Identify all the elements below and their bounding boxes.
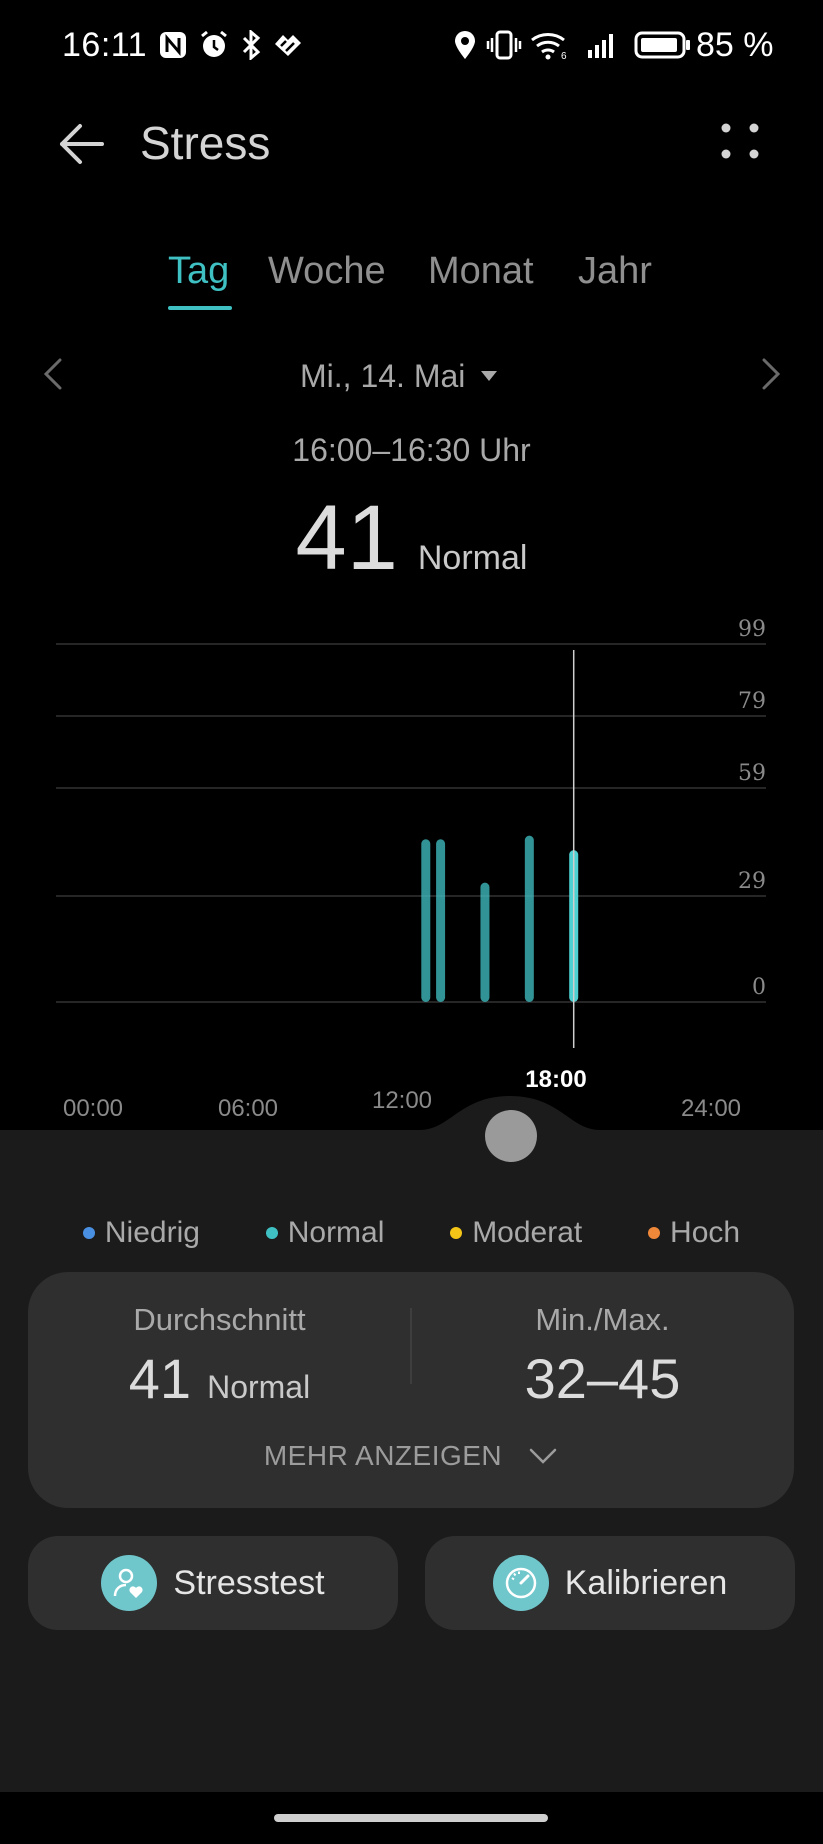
date-label: Mi., 14. Mai xyxy=(300,357,466,394)
legend-dot xyxy=(265,1227,278,1239)
legend-item-hoch: Hoch xyxy=(648,1216,740,1250)
legend-label: Niedrig xyxy=(104,1216,200,1249)
tab-active-indicator xyxy=(168,306,232,310)
calibrate-label: Kalibrieren xyxy=(564,1563,728,1602)
scrubber-time-label: 18:00 xyxy=(525,1066,587,1093)
selected-time-range: 16:00–16:30 Uhr xyxy=(292,432,531,468)
stress-bar xyxy=(436,839,446,1002)
chevron-down-icon xyxy=(529,1448,557,1464)
tab-woche[interactable]: Woche xyxy=(268,250,386,293)
current-stress-readout: 41 Normal xyxy=(0,486,823,591)
back-button[interactable] xyxy=(52,114,112,174)
minmax-label: Min./Max. xyxy=(535,1302,670,1337)
stress-bar xyxy=(480,882,490,1002)
location-icon xyxy=(455,31,475,59)
legend-dot xyxy=(450,1227,463,1239)
battery-percent: 85 % xyxy=(696,26,774,64)
current-stress-value: 41 xyxy=(295,487,398,589)
x-axis-ticks: 00:00 06:00 12:00 24:00 xyxy=(63,1087,741,1120)
wifi-icon: 6 xyxy=(531,33,567,60)
more-button[interactable] xyxy=(712,118,768,174)
bluetooth-icon xyxy=(242,30,261,60)
x-tick-label: 24:00 xyxy=(681,1095,741,1120)
legend-label: Hoch xyxy=(670,1216,741,1249)
average-label: Durchschnitt xyxy=(133,1302,306,1337)
average-level: Normal xyxy=(207,1369,311,1405)
y-tick-label: 59 xyxy=(738,761,766,786)
y-tick-label: 79 xyxy=(738,689,766,714)
arrow-left-icon xyxy=(60,124,104,164)
average-section: Durchschnitt 41 Normal xyxy=(28,1302,411,1411)
prev-day-button[interactable] xyxy=(34,354,74,394)
health-sync-icon xyxy=(275,35,301,56)
home-indicator[interactable] xyxy=(274,1814,548,1822)
stress-bar xyxy=(421,839,431,1002)
summary-card: Durchschnitt 41 Normal Min./Max. 32–45 M… xyxy=(28,1272,794,1508)
current-stress-level: Normal xyxy=(417,539,528,577)
calibrate-button[interactable]: Kalibrieren xyxy=(425,1536,795,1630)
legend-item-moderat: Moderat xyxy=(450,1216,582,1250)
chevron-right-icon xyxy=(762,358,781,390)
person-heart-icon xyxy=(101,1555,158,1611)
y-tick-label: 99 xyxy=(738,617,766,642)
x-tick-label: 06:00 xyxy=(218,1095,278,1120)
scrubber-handle[interactable] xyxy=(485,1110,537,1162)
date-selector[interactable]: Mi., 14. Mai xyxy=(300,356,499,396)
show-more-button[interactable]: MEHR ANZEIGEN xyxy=(28,1440,794,1472)
stress-bar xyxy=(524,835,534,1002)
nfc-icon xyxy=(160,32,186,58)
y-tick-label: 0 xyxy=(752,975,766,1000)
legend-dot xyxy=(648,1227,661,1239)
legend-label: Moderat xyxy=(472,1216,583,1249)
tab-tag[interactable]: Tag xyxy=(168,250,229,293)
caret-down-icon xyxy=(481,371,498,381)
chart-grid xyxy=(56,643,766,1003)
status-time: 16:11 xyxy=(62,26,148,64)
alarm-icon xyxy=(201,30,227,57)
y-axis-ticks: 99 79 59 29 0 xyxy=(738,617,766,1000)
legend-item-niedrig: Niedrig xyxy=(82,1216,200,1250)
stresstest-button[interactable]: Stresstest xyxy=(28,1536,398,1630)
tab-jahr[interactable]: Jahr xyxy=(578,250,652,293)
vibrate-icon xyxy=(486,30,522,60)
next-day-button[interactable] xyxy=(750,354,790,394)
legend-label: Normal xyxy=(287,1216,385,1249)
chart-bars xyxy=(421,835,579,1002)
tab-monat[interactable]: Monat xyxy=(428,250,534,293)
stresstest-label: Stresstest xyxy=(173,1563,325,1602)
battery-icon xyxy=(634,31,690,59)
chevron-left-icon xyxy=(43,358,62,390)
svg-text:6: 6 xyxy=(561,51,567,60)
minmax-section: Min./Max. 32–45 xyxy=(411,1302,794,1411)
minmax-value: 32–45 xyxy=(524,1347,681,1410)
x-tick-label: 00:00 xyxy=(63,1095,123,1120)
stress-legend: Niedrig Normal Moderat Hoch xyxy=(0,1216,823,1250)
legend-dot xyxy=(82,1227,95,1239)
page-title: Stress xyxy=(140,117,271,169)
stress-chart[interactable]: 997959290 00:00 06:00 12:00 24:00 xyxy=(0,600,823,1120)
signal-icon xyxy=(588,34,613,58)
gauge-icon xyxy=(492,1555,549,1611)
show-more-label: MEHR ANZEIGEN xyxy=(263,1440,503,1471)
four-dots-icon xyxy=(721,123,759,159)
average-value: 41 xyxy=(128,1347,192,1410)
y-tick-label: 29 xyxy=(738,869,766,894)
legend-item-normal: Normal xyxy=(265,1216,385,1250)
